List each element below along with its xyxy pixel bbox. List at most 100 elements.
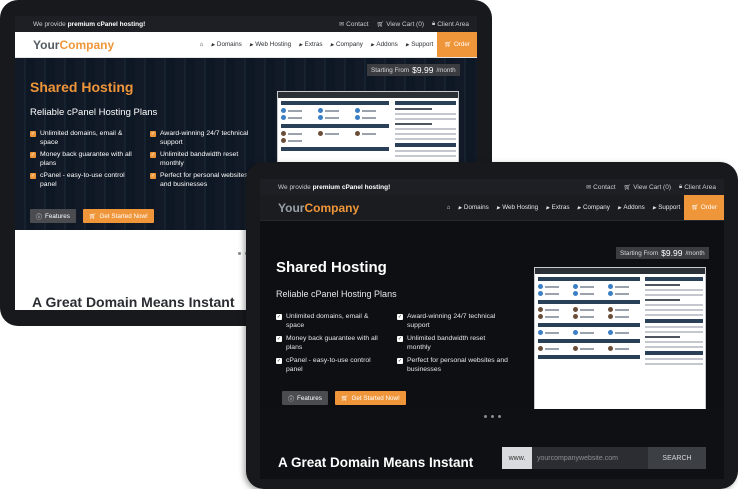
main-nav: YourCompany ⌂ ▶ Domains ▶ Web Hosting ▶ Ext…: [15, 32, 477, 58]
client-area-link[interactable]: 🔒︎ Client Area: [432, 21, 469, 28]
caret-icon: ▶: [370, 41, 375, 47]
lock-icon: 🔒︎: [679, 183, 683, 190]
nav-item-extras[interactable]: ▶ Extras: [295, 41, 326, 48]
check-icon: ✓: [150, 173, 156, 179]
caret-icon: ▶: [546, 204, 550, 210]
nav-label: Extras: [551, 204, 570, 211]
feature-text: cPanel - easy-to-use control panel: [286, 357, 371, 373]
feature-text: Money back guarantee with all plans: [40, 151, 132, 167]
nav-item-addons[interactable]: ▶ Addons: [614, 204, 649, 211]
nav-label: Web Hosting: [502, 204, 539, 211]
cart-icon: 🛒︎: [376, 21, 385, 28]
nav-item-extras[interactable]: ▶ Extras: [542, 204, 573, 211]
order-button[interactable]: 🛒︎ Order: [684, 195, 724, 220]
home-link[interactable]: ⌂: [443, 205, 455, 211]
client-area-label: Client Area: [684, 183, 716, 191]
check-icon: ✓: [30, 173, 36, 179]
feature-text: Award-winning 24/7 technical support: [407, 313, 496, 329]
home-icon: ⌂: [446, 204, 451, 211]
logo-part2: Company: [304, 200, 360, 215]
domain-section-title: A Great Domain Means Instant: [32, 294, 235, 310]
domain-prefix: www.: [502, 447, 532, 469]
feature-item: ✓ Award-winning 24/7 technical support: [397, 313, 508, 330]
price-amount: $9.99: [412, 65, 434, 75]
feature-text: cPanel - easy-to-use control panel: [40, 172, 125, 188]
tablet-dark-frame: We provide premium cPanel hosting! ✉ Cont…: [246, 162, 738, 489]
logo-part2: Company: [59, 37, 115, 52]
cart-icon: 🛒︎: [340, 395, 349, 402]
feature-item: ✓ Perfect for personal websites and busin…: [397, 357, 508, 374]
cart-icon: 🛒︎: [691, 205, 699, 211]
feature-item: ✓ Unlimited domains, email & space: [276, 313, 387, 330]
company-logo[interactable]: YourCompany: [278, 201, 359, 215]
carousel-dot[interactable]: [237, 252, 241, 255]
feature-item: ✓ Award-winning 24/7 technical support: [150, 130, 260, 147]
domain-search-form: www. SEARCH: [502, 447, 706, 469]
feature-text: Unlimited bandwidth reset monthly: [160, 151, 239, 167]
price-prefix: Starting From: [371, 66, 410, 74]
tagline-bold: premium cPanel hosting!: [312, 183, 391, 191]
feature-list: ✓ Unlimited domains, email & space ✓ Award…: [30, 130, 260, 189]
caret-icon: ▶: [458, 204, 462, 210]
carousel-dot[interactable]: [497, 415, 501, 418]
carousel-dot[interactable]: [490, 415, 494, 418]
order-button[interactable]: 🛒︎ Order: [437, 32, 477, 57]
check-icon: ✓: [397, 358, 403, 364]
get-started-button[interactable]: 🛒︎ Get Started Now!: [82, 209, 154, 223]
get-started-button[interactable]: 🛒︎ Get Started Now!: [334, 391, 406, 405]
company-logo[interactable]: YourCompany: [33, 38, 114, 52]
nav-item-company[interactable]: ▶ Company: [573, 204, 613, 211]
order-label: Order: [700, 204, 717, 211]
nav-label: Support: [411, 41, 434, 48]
feature-text: Award-winning 24/7 technical support: [160, 130, 249, 146]
caret-icon: ▶: [496, 204, 501, 210]
cart-link[interactable]: 🛒︎ View Cart (0): [377, 21, 424, 28]
carousel-dots[interactable]: [260, 415, 724, 418]
nav-label: Domains: [216, 41, 242, 48]
feature-item: ✓ Unlimited bandwidth reset monthly: [150, 151, 260, 168]
features-button[interactable]: ⓘ Features: [282, 391, 328, 405]
price-amount: $9.99: [661, 248, 683, 258]
feature-text: Perfect for personal websites and busine…: [407, 357, 508, 373]
feature-item: ✓ Unlimited domains, email & space: [30, 130, 140, 147]
nav-item-support[interactable]: ▶ Support: [402, 41, 438, 48]
features-button[interactable]: ⓘ Features: [30, 209, 76, 223]
client-area-link[interactable]: 🔒︎ Client Area: [679, 184, 716, 191]
nav-item-domains[interactable]: ▶ Domains: [207, 41, 245, 48]
feature-text: Perfect for personal websites and busine…: [160, 172, 248, 188]
nav-item-web-hosting[interactable]: ▶ Web Hosting: [493, 204, 542, 211]
top-bar: We provide premium cPanel hosting! ✉ Cont…: [15, 16, 477, 32]
price-badge: Starting From $9.99/month: [616, 247, 709, 259]
check-icon: ✓: [30, 131, 36, 137]
contact-link[interactable]: ✉ Contact: [586, 184, 615, 191]
cart-icon: 🛒︎: [444, 42, 452, 48]
get-started-label: Get Started Now!: [99, 212, 148, 220]
domain-search-input[interactable]: [532, 447, 648, 469]
nav-item-web-hosting[interactable]: ▶ Web Hosting: [246, 41, 295, 48]
hero-title: Shared Hosting: [276, 259, 387, 276]
nav-item-support[interactable]: ▶ Support: [649, 204, 685, 211]
caret-icon: ▶: [211, 41, 215, 47]
tagline-prefix: We provide: [33, 20, 66, 28]
domain-search-button[interactable]: SEARCH: [648, 447, 706, 469]
nav-item-addons[interactable]: ▶ Addons: [367, 41, 402, 48]
home-link[interactable]: ⌂: [196, 42, 208, 48]
feature-item: ✓ Unlimited bandwidth reset monthly: [397, 335, 508, 352]
carousel-dot[interactable]: [483, 415, 487, 418]
tagline: We provide premium cPanel hosting!: [278, 184, 390, 191]
tablet-dark-screen: We provide premium cPanel hosting! ✉ Cont…: [260, 179, 724, 479]
nav-item-company[interactable]: ▶ Company: [326, 41, 366, 48]
cart-label: View Cart (0): [386, 20, 424, 28]
nav-label: Web Hosting: [255, 41, 292, 48]
nav-menu: ⌂ ▶ Domains ▶ Web Hosting ▶ Extras ▶ Company…: [196, 32, 477, 57]
features-button-label: Features: [297, 394, 322, 402]
contact-link[interactable]: ✉ Contact: [339, 21, 368, 28]
domain-section-title: A Great Domain Means Instant: [278, 455, 474, 470]
cart-label: View Cart (0): [633, 183, 671, 191]
cart-link[interactable]: 🛒︎ View Cart (0): [624, 184, 671, 191]
nav-item-domains[interactable]: ▶ Domains: [454, 204, 492, 211]
info-icon: ⓘ: [36, 214, 43, 221]
order-label: Order: [453, 41, 470, 48]
price-prefix: Starting From: [620, 249, 659, 257]
logo-part1: Your: [278, 200, 305, 215]
